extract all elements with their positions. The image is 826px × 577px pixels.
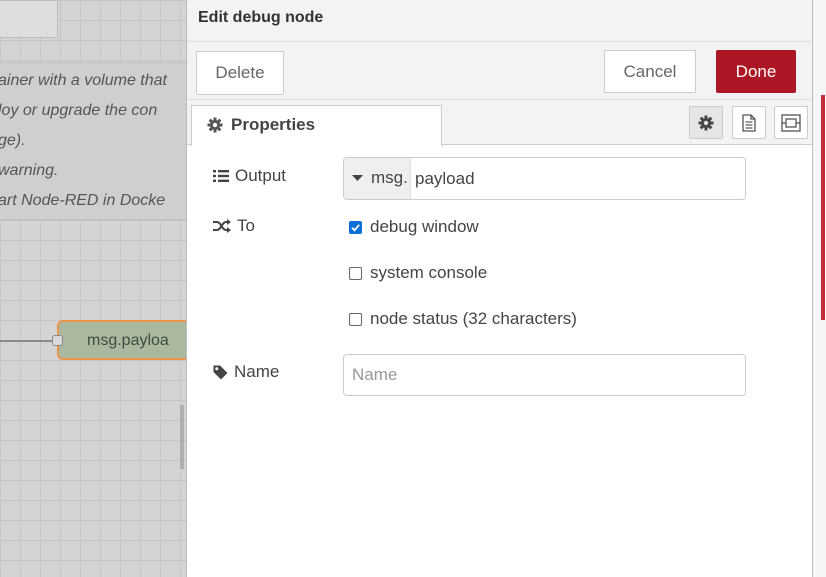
comment-line: warning. (0, 162, 59, 179)
output-label: Output (213, 166, 286, 186)
cancel-button[interactable]: Cancel (604, 50, 696, 93)
list-icon (213, 170, 229, 182)
name-label: Name (213, 362, 279, 382)
comment-line: ainer with a volume that (0, 72, 167, 89)
name-label-text: Name (234, 362, 280, 381)
node-appearance-icon (781, 113, 801, 132)
output-type-selector[interactable]: msg. (344, 158, 411, 199)
tray-toolbar: Delete Cancel Done (187, 42, 812, 100)
shuffle-icon (213, 219, 231, 233)
tray-header: Edit debug node (187, 0, 812, 42)
name-input[interactable] (343, 354, 746, 396)
done-button[interactable]: Done (716, 50, 796, 93)
node-status-checkbox[interactable] (349, 312, 362, 326)
document-icon (742, 113, 756, 132)
tag-icon (213, 365, 228, 379)
description-tab[interactable] (732, 106, 766, 139)
to-label-text: To (237, 216, 255, 235)
system-console-label: system console (370, 263, 488, 282)
comment-node[interactable]: ainer with a volume that loy or upgrade … (0, 62, 186, 220)
node-status-option[interactable]: node status (32 characters) (349, 309, 577, 329)
workspace-tab[interactable] (0, 0, 58, 38)
settings-tab[interactable] (689, 106, 723, 139)
edit-tray: Edit debug node Delete Cancel Done Prope… (186, 0, 818, 577)
debug-window-label: debug window (370, 217, 479, 236)
flow-wire[interactable] (0, 340, 56, 342)
sidebar-edge (813, 0, 826, 577)
output-type-prefix: msg. (371, 168, 408, 187)
delete-button[interactable]: Delete (196, 51, 284, 95)
output-typed-input[interactable]: msg. payload (343, 157, 746, 200)
gear-icon (207, 117, 223, 133)
system-console-option[interactable]: system console (349, 263, 487, 283)
sidebar-edge-indicator (821, 95, 825, 320)
workspace-scrollbar[interactable] (180, 405, 184, 469)
debug-window-checkbox[interactable] (349, 220, 362, 234)
node-input-port[interactable] (52, 335, 63, 346)
comment-line: ge). (0, 132, 26, 149)
flow-workspace[interactable]: ainer with a volume that loy or upgrade … (0, 0, 186, 577)
debug-node[interactable]: msg.payloa (52, 320, 186, 360)
gear-icon (698, 115, 714, 130)
tab-properties[interactable]: Properties (191, 105, 442, 146)
to-label: To (213, 216, 255, 236)
tab-properties-label: Properties (231, 115, 316, 134)
comment-line: art Node-RED in Docke (0, 192, 166, 209)
debug-window-option[interactable]: debug window (349, 217, 479, 237)
tabs-bar: Properties (187, 100, 812, 146)
node-label: msg.payloa (87, 332, 169, 349)
appearance-tab[interactable] (774, 106, 808, 139)
tray-title: Edit debug node (198, 9, 324, 26)
comment-line: loy or upgrade the con (0, 102, 158, 119)
output-label-text: Output (235, 166, 287, 185)
caret-down-icon (352, 175, 363, 181)
output-value[interactable]: payload (415, 169, 475, 189)
check-icon (351, 223, 360, 232)
system-console-checkbox[interactable] (349, 266, 362, 280)
node-status-label: node status (32 characters) (370, 309, 577, 328)
